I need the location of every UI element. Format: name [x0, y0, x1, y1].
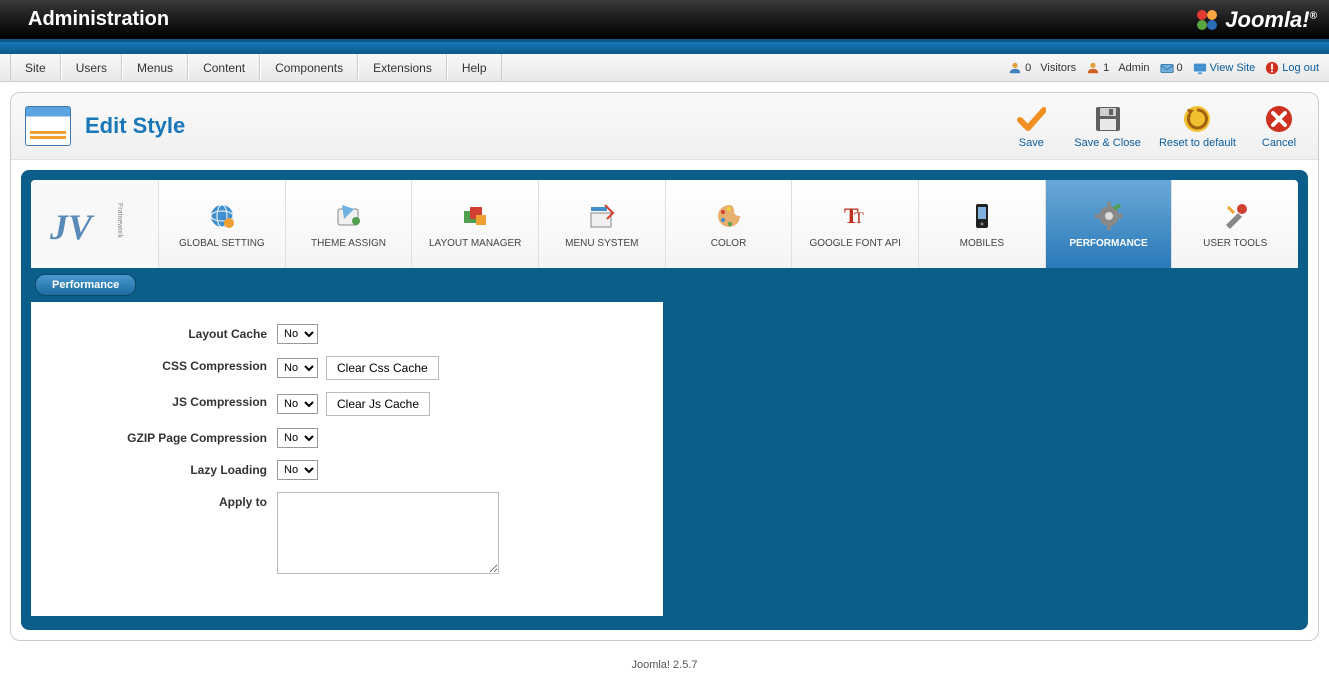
user-icon [1008, 61, 1022, 75]
sub-tabs: Performance [31, 268, 1298, 302]
tab-global-setting[interactable]: GLOBAL SETTING [159, 180, 286, 268]
joomla-icon [1193, 6, 1221, 34]
status-visitors[interactable]: 0 Visitors [1008, 61, 1076, 75]
row-js-compression: JS Compression No Clear Js Cache [47, 392, 647, 416]
row-apply-to: Apply to [47, 492, 647, 574]
svg-text:T: T [854, 210, 864, 227]
main-menu: Site Users Menus Content Components Exte… [10, 54, 502, 81]
clear-js-cache-button[interactable]: Clear Js Cache [326, 392, 430, 416]
status-area: 0 Visitors 1 Admin 0 View Site Log out [1008, 54, 1319, 81]
save-close-button[interactable]: Save & Close [1074, 103, 1141, 149]
textarea-apply-to[interactable] [277, 492, 499, 574]
page-title-row: Edit Style Save Save & Close [11, 93, 1318, 160]
monitor-icon [1193, 61, 1207, 75]
toolbar: Save Save & Close Reset to default [1006, 103, 1304, 149]
framework-panel: JV Framework GLOBAL SETTING [21, 170, 1308, 630]
check-icon [1015, 103, 1047, 135]
close-icon [1263, 103, 1295, 135]
cancel-button[interactable]: Cancel [1254, 103, 1304, 149]
status-admin[interactable]: 1 Admin [1086, 61, 1149, 75]
label-css-compression: CSS Compression [47, 356, 277, 373]
tabs-row: JV Framework GLOBAL SETTING [31, 180, 1298, 268]
joomla-logo: Joomla!® [1193, 6, 1317, 34]
tab-menu-system[interactable]: MENU SYSTEM [539, 180, 666, 268]
svg-text:Framework: Framework [116, 203, 123, 239]
admin-icon [1086, 61, 1100, 75]
top-header: Administration Joomla!® [0, 0, 1329, 42]
save-button[interactable]: Save [1006, 103, 1056, 149]
admin-title: Administration [12, 8, 169, 31]
row-gzip: GZIP Page Compression No [47, 428, 647, 448]
content-wrapper: Edit Style Save Save & Close [0, 82, 1329, 651]
tab-color[interactable]: COLOR [666, 180, 793, 268]
mobile-icon [966, 200, 998, 232]
tab-user-tools[interactable]: USER TOOLS [1172, 180, 1298, 268]
menu-help[interactable]: Help [447, 54, 502, 81]
globe-icon [206, 200, 238, 232]
label-js-compression: JS Compression [47, 392, 277, 409]
label-layout-cache: Layout Cache [47, 324, 277, 341]
clear-css-cache-button[interactable]: Clear Css Cache [326, 356, 439, 380]
template-icon [25, 106, 71, 146]
menu-content[interactable]: Content [188, 54, 260, 81]
header-divider [0, 42, 1329, 54]
menu-site[interactable]: Site [10, 54, 61, 81]
label-gzip: GZIP Page Compression [47, 428, 277, 445]
label-lazy-loading: Lazy Loading [47, 460, 277, 477]
footer-version: Joomla! 2.5.7 [0, 651, 1329, 679]
menu-bar: Site Users Menus Content Components Exte… [0, 54, 1329, 82]
floppy-icon [1092, 103, 1124, 135]
joomla-brand-text: Joomla!® [1225, 7, 1317, 33]
select-css-compression[interactable]: No [277, 358, 318, 378]
tab-performance[interactable]: PERFORMANCE [1046, 180, 1173, 268]
sub-tab-performance[interactable]: Performance [35, 274, 136, 296]
row-lazy-loading: Lazy Loading No [47, 460, 647, 480]
status-view-site[interactable]: View Site [1193, 61, 1256, 75]
label-apply-to: Apply to [47, 492, 277, 509]
menu-extensions[interactable]: Extensions [358, 54, 447, 81]
palette-assign-icon [333, 200, 365, 232]
tab-mobiles[interactable]: MOBILES [919, 180, 1046, 268]
settings-panel: Layout Cache No CSS Compression No Clear… [31, 302, 663, 616]
tab-theme-assign[interactable]: THEME ASSIGN [286, 180, 413, 268]
menu-users[interactable]: Users [61, 54, 122, 81]
inner-content: JV Framework GLOBAL SETTING [11, 160, 1318, 640]
reset-button[interactable]: Reset to default [1159, 103, 1236, 149]
select-lazy-loading[interactable]: No [277, 460, 318, 480]
page-title-left: Edit Style [25, 106, 185, 146]
layout-icon [459, 200, 491, 232]
jv-framework-logo: JV Framework [31, 180, 159, 268]
row-layout-cache: Layout Cache No [47, 324, 647, 344]
svg-text:JV: JV [49, 207, 95, 247]
status-logout[interactable]: Log out [1265, 61, 1319, 75]
logout-icon [1265, 61, 1279, 75]
menu-components[interactable]: Components [260, 54, 358, 81]
page-box: Edit Style Save Save & Close [10, 92, 1319, 641]
select-gzip[interactable]: No [277, 428, 318, 448]
tab-layout-manager[interactable]: LAYOUT MANAGER [412, 180, 539, 268]
menu-icon [586, 200, 618, 232]
mail-icon [1160, 61, 1174, 75]
menu-menus[interactable]: Menus [122, 54, 188, 81]
select-js-compression[interactable]: No [277, 394, 318, 414]
select-layout-cache[interactable]: No [277, 324, 318, 344]
row-css-compression: CSS Compression No Clear Css Cache [47, 356, 647, 380]
tab-google-font[interactable]: TT GOOGLE FONT API [792, 180, 919, 268]
gear-icon [1093, 200, 1125, 232]
refresh-icon [1181, 103, 1213, 135]
color-palette-icon [713, 200, 745, 232]
tools-icon [1219, 200, 1251, 232]
font-icon: TT [839, 200, 871, 232]
page-title: Edit Style [85, 113, 185, 139]
status-messages[interactable]: 0 [1160, 61, 1183, 75]
